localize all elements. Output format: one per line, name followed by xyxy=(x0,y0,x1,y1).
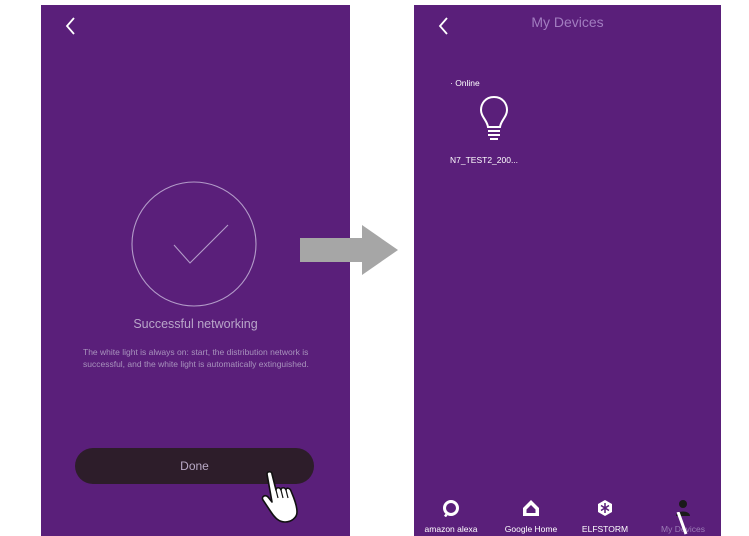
tap-hand-icon xyxy=(261,470,298,523)
lightbulb-icon xyxy=(479,95,509,140)
google-home-icon xyxy=(523,500,539,516)
device-name: N7_TEST2_200... xyxy=(450,155,519,165)
success-title: Successful networking xyxy=(133,317,258,331)
bottom-nav: amazon alexa Google Home ELFSTORM My Dev… xyxy=(414,490,721,536)
right-arrow-icon xyxy=(300,225,398,275)
nav-label: amazon alexa xyxy=(424,524,478,534)
checkmark-circle-icon xyxy=(131,181,257,307)
alexa-icon xyxy=(443,500,459,517)
chevron-left-icon xyxy=(65,17,75,35)
nav-label: ELFSTORM xyxy=(581,524,629,534)
device-card[interactable]: N7_TEST2_200... xyxy=(448,95,548,175)
nav-item-elfstorm[interactable]: ELFSTORM xyxy=(574,490,636,536)
nav-item-my-devices[interactable]: My Devices xyxy=(648,490,718,536)
success-description: The white light is always on: start, the… xyxy=(83,347,309,369)
nav-label: Google Home xyxy=(504,524,558,534)
online-status-label: · Online xyxy=(450,78,480,88)
nav-item-amazon-alexa[interactable]: amazon alexa xyxy=(414,490,488,536)
nav-item-google-home[interactable]: Google Home xyxy=(496,490,566,536)
pointer-stylus-icon xyxy=(676,512,688,535)
elfstorm-icon xyxy=(598,500,612,516)
my-devices-screen: My Devices · Online N7_TEST2_200... amaz… xyxy=(414,5,721,536)
page-title: My Devices xyxy=(531,14,604,30)
back-button[interactable] xyxy=(63,15,79,37)
